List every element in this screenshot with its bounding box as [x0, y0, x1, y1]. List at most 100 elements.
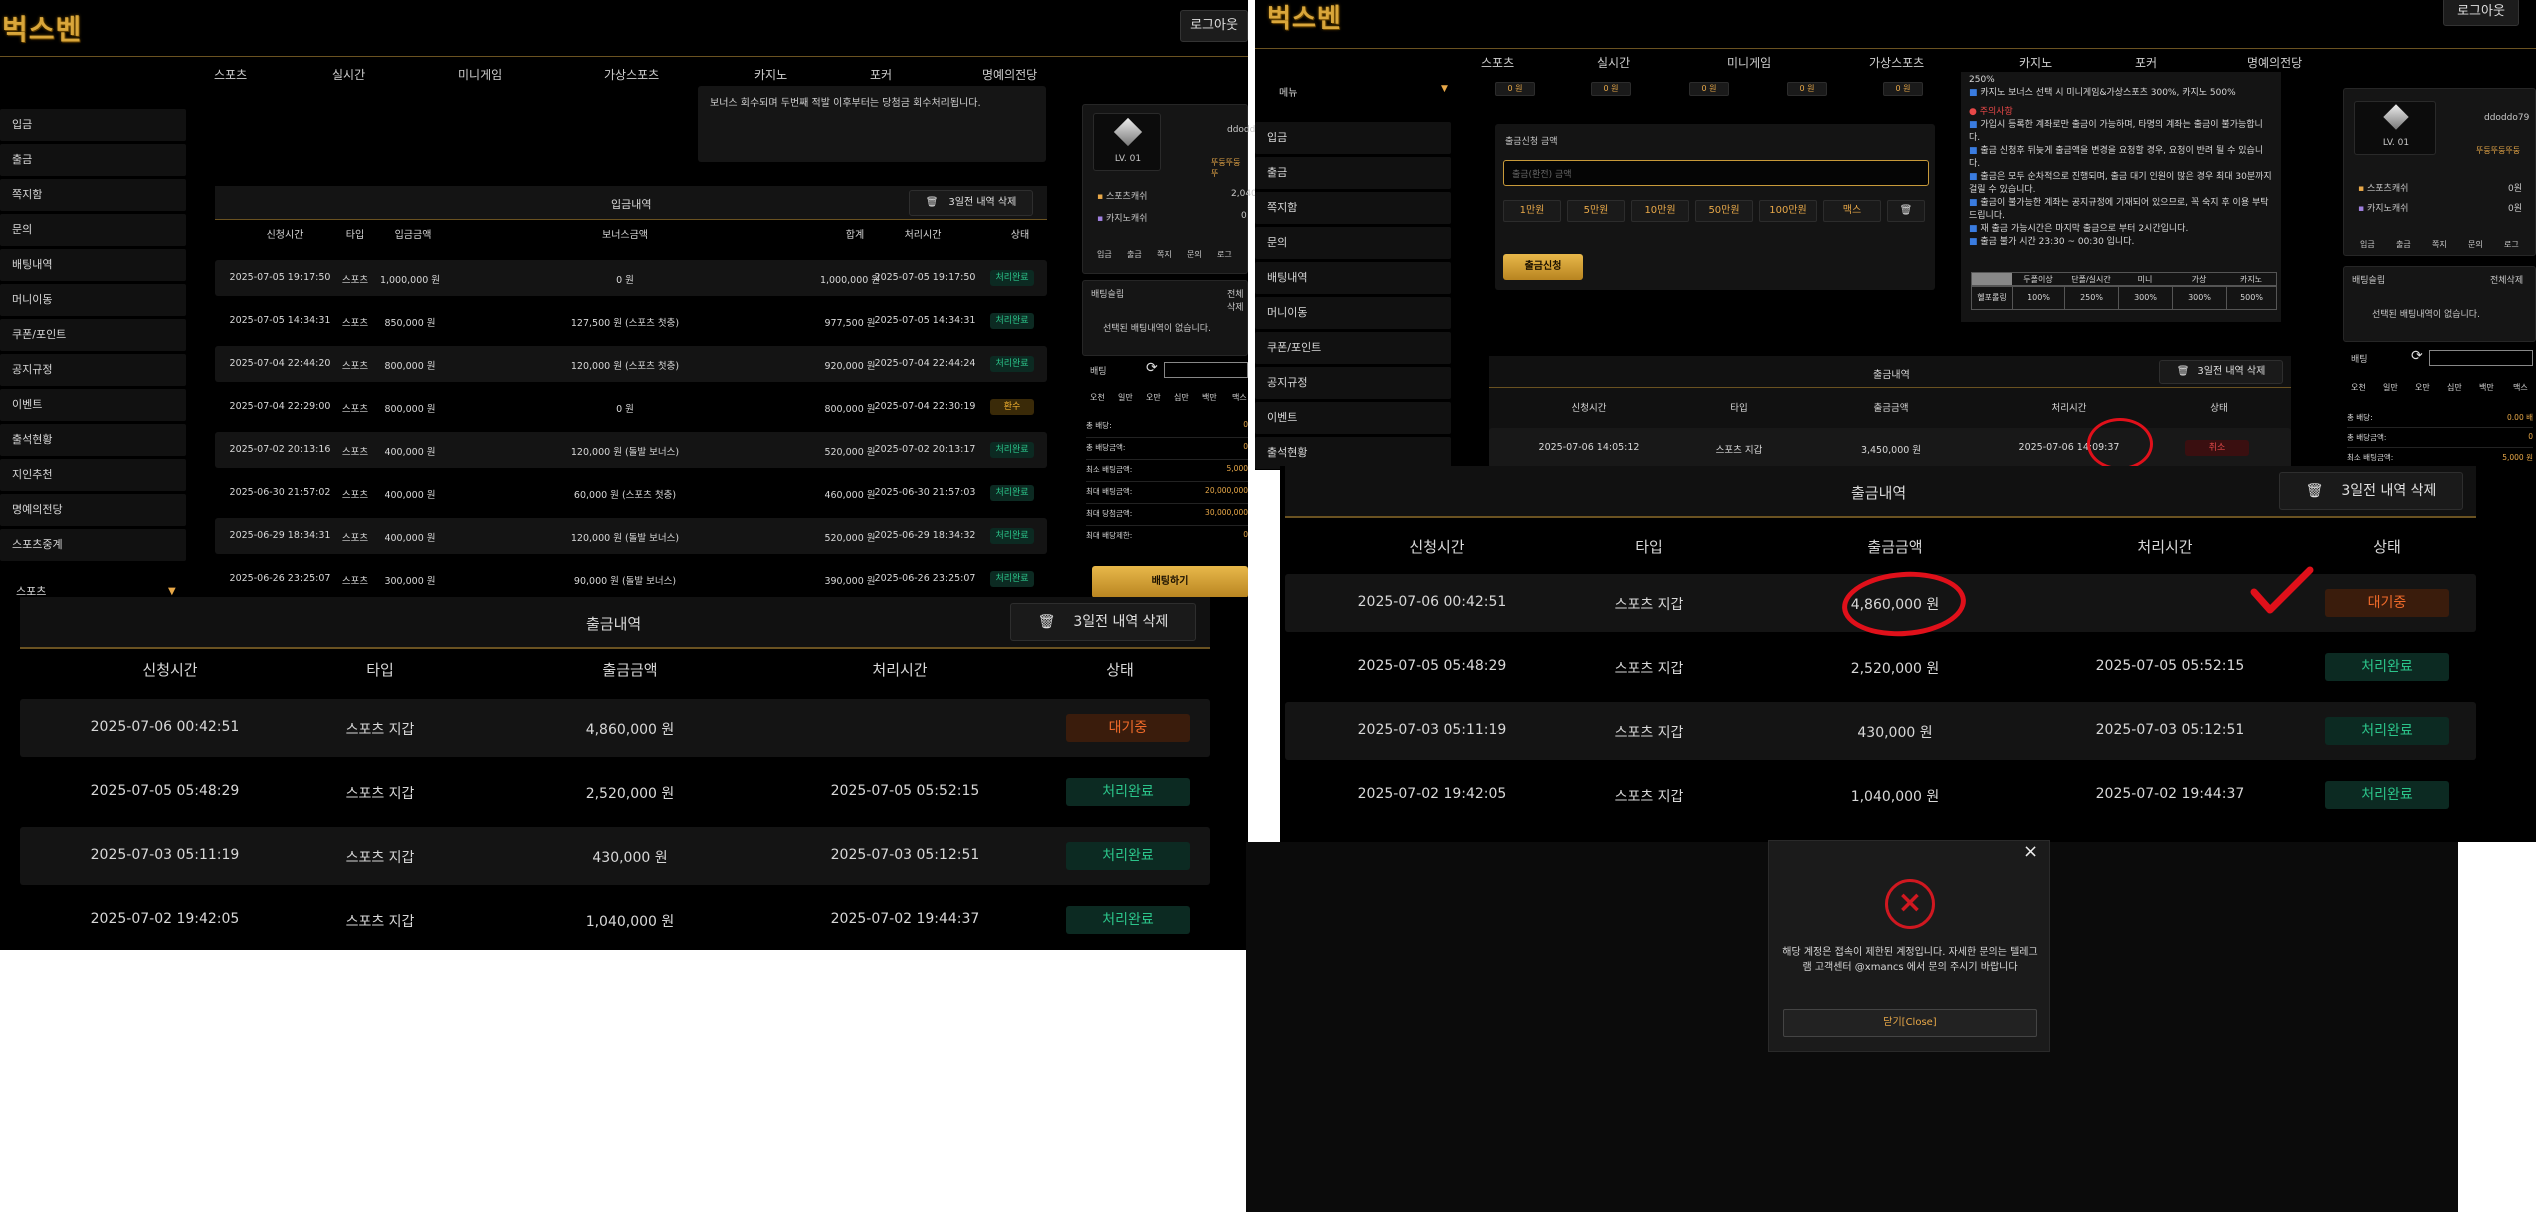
quick-deposit[interactable]: 입금	[1097, 249, 1112, 260]
site-logo[interactable]: 벅스벤	[2, 8, 82, 48]
modal-close-button[interactable]: 닫기[Close]	[1783, 1009, 2037, 1037]
rules-line-text: 출금은 모두 순차적으로 진행되며, 출금 대기 인원이 많은 경우 최대 30…	[1969, 172, 2272, 195]
chip-1000000[interactable]: 백만	[1202, 392, 1217, 403]
nav-poker[interactable]: 포커	[2135, 54, 2157, 71]
amount-1m[interactable]: 100만원	[1759, 200, 1817, 222]
nav-live[interactable]: 실시간	[332, 66, 365, 83]
quick-log[interactable]: 로그	[1217, 249, 1232, 260]
delete-old-button[interactable]: 🗑 3일전 내역 삭제	[2159, 360, 2283, 384]
sidebar-item-messages[interactable]: 쪽지함	[1255, 192, 1451, 224]
betslip-clear[interactable]: 전체삭제	[2490, 273, 2523, 286]
table-row: 2025-06-29 18:34:31 스포츠 400,000 원 120,00…	[215, 518, 1047, 554]
chip-5000[interactable]: 오천	[1090, 392, 1105, 403]
cell-amount: 400,000 원	[384, 533, 436, 544]
status-badge: 처리완료	[2325, 781, 2449, 809]
refresh-icon[interactable]: ⟳	[2411, 348, 2423, 364]
cell-type: 스포츠 지갑	[1614, 725, 1684, 741]
sidebar-item-hall[interactable]: 명예의전당	[0, 494, 186, 526]
chip-100000[interactable]: 십만	[1174, 392, 1189, 403]
delete-old-button[interactable]: 🗑 3일전 내역 삭제	[1010, 603, 1196, 641]
sidebar-item-messages[interactable]: 쪽지함	[0, 179, 186, 211]
summary-value: 20,000,000	[1205, 486, 1248, 495]
nav-casino[interactable]: 카지노	[2019, 54, 2052, 71]
cell-processed: 2025-07-02 19:44:37	[830, 911, 980, 927]
sidebar-item-rules[interactable]: 공지규정	[1255, 367, 1451, 399]
sidebar-item-inquiry[interactable]: 문의	[1255, 227, 1451, 259]
sidebar-item-event[interactable]: 이벤트	[0, 389, 186, 421]
quick-inquiry[interactable]: 문의	[1187, 249, 1202, 260]
sidebar-item-money-move[interactable]: 머니이동	[0, 284, 186, 316]
sidebar-item-bet-history[interactable]: 배팅내역	[0, 249, 186, 281]
right-screen: 벅스벤 로그아웃 스포츠 실시간 미니게임 가상스포츠 카지노 포커 명예의전당…	[1255, 0, 2536, 470]
nav-sports[interactable]: 스포츠	[1481, 54, 1514, 71]
quick-deposit[interactable]: 입금	[2360, 239, 2375, 250]
sidebar-item-event[interactable]: 이벤트	[1255, 402, 1451, 434]
col-type: 타입	[366, 661, 394, 679]
bet-amount-input[interactable]	[1164, 362, 1248, 378]
chip-50000[interactable]: 오만	[2415, 382, 2430, 393]
bet-amount-input[interactable]	[2429, 350, 2533, 366]
chip-5000[interactable]: 오천	[2351, 382, 2366, 393]
logout-button[interactable]: 로그아웃	[2443, 0, 2519, 26]
sidebar-item-money-move[interactable]: 머니이동	[1255, 297, 1451, 329]
chip-10000[interactable]: 일만	[2383, 382, 2398, 393]
amount-100k[interactable]: 10만원	[1631, 200, 1689, 222]
sidebar-item-coupon[interactable]: 쿠폰/포인트	[0, 319, 186, 351]
nav-minigame[interactable]: 미니게임	[458, 66, 502, 83]
sidebar-item-withdraw[interactable]: 출금	[0, 144, 186, 176]
nav-hall[interactable]: 명예의전당	[982, 66, 1037, 83]
amount-50k[interactable]: 5만원	[1567, 200, 1625, 222]
nav-hall[interactable]: 명예의전당	[2247, 54, 2302, 71]
nav-virtual[interactable]: 가상스포츠	[604, 66, 659, 83]
nav-virtual[interactable]: 가상스포츠	[1869, 54, 1924, 71]
sidebar-item-withdraw[interactable]: 출금	[1255, 157, 1451, 189]
quick-inquiry[interactable]: 문의	[2468, 239, 2483, 250]
rules-line-text: 가입시 등록한 계좌로만 출금이 가능하며, 타명의 계좌는 출금이 불가능합니…	[1969, 120, 2263, 143]
cell-amount: 2,520,000 원	[585, 786, 675, 802]
sidebar-item-deposit[interactable]: 입금	[0, 109, 186, 141]
sidebar-item-bet-history[interactable]: 배팅내역	[1255, 262, 1451, 294]
quick-log[interactable]: 로그	[2504, 239, 2519, 250]
modal-close-icon[interactable]: ×	[2023, 841, 2038, 862]
cell-type: 스포츠 지갑	[345, 786, 415, 802]
quick-withdraw[interactable]: 출금	[2396, 239, 2411, 250]
chip-1000000[interactable]: 백만	[2479, 382, 2494, 393]
site-logo[interactable]: 벅스벤	[1267, 0, 1342, 35]
nav-sports[interactable]: 스포츠	[214, 66, 247, 83]
sidebar-item-attendance[interactable]: 출석현황	[0, 424, 186, 456]
sidebar-item-rules[interactable]: 공지규정	[0, 354, 186, 386]
logout-button[interactable]: 로그아웃	[1180, 10, 1248, 42]
amount-10k[interactable]: 1만원	[1503, 200, 1561, 222]
sidebar-item-referral[interactable]: 지인추천	[0, 459, 186, 491]
chip-10000[interactable]: 일만	[1118, 392, 1133, 403]
betslip-clear[interactable]: 전체삭제	[1227, 287, 1247, 313]
quick-withdraw[interactable]: 출금	[1127, 249, 1142, 260]
quick-message[interactable]: 쪽지	[1157, 249, 1172, 260]
chip-max[interactable]: 맥스	[1232, 392, 1247, 403]
nav-poker[interactable]: 포커	[870, 66, 892, 83]
chip-100000[interactable]: 십만	[2447, 382, 2462, 393]
sidebar-item-attendance[interactable]: 출석현황	[1255, 437, 1451, 469]
delete-old-button[interactable]: 🗑 3일전 내역 삭제	[2279, 472, 2463, 510]
nav-live[interactable]: 실시간	[1597, 54, 1630, 71]
sidebar-item-stream[interactable]: 스포츠중계	[0, 529, 186, 561]
amount-500k[interactable]: 50만원	[1695, 200, 1753, 222]
sidebar-item-deposit[interactable]: 입금	[1255, 122, 1451, 154]
withdraw-amount-input[interactable]: 출금(환전) 금액	[1503, 160, 1929, 186]
menu-toggle[interactable]: 메뉴 ▼	[1255, 84, 1455, 104]
delete-old-button[interactable]: 🗑 3일전 내역 삭제	[909, 190, 1033, 216]
place-bet-button[interactable]: 배팅하기	[1092, 566, 1248, 598]
nav-casino[interactable]: 카지노	[754, 66, 787, 83]
sidebar-item-coupon[interactable]: 쿠폰/포인트	[1255, 332, 1451, 364]
trash-icon[interactable]: 🗑	[1887, 200, 1925, 222]
balance-chip: 0 원	[1689, 82, 1729, 96]
chip-max[interactable]: 맥스	[2513, 382, 2528, 393]
chip-50000[interactable]: 오만	[1146, 392, 1161, 403]
sidebar-item-inquiry[interactable]: 문의	[0, 214, 186, 246]
quick-message[interactable]: 쪽지	[2432, 239, 2447, 250]
nav-minigame[interactable]: 미니게임	[1727, 54, 1771, 71]
refresh-icon[interactable]: ⟳	[1146, 360, 1158, 376]
withdraw-submit-button[interactable]: 출금신청	[1503, 254, 1583, 280]
amount-max[interactable]: 맥스	[1823, 200, 1881, 222]
quick-actions: 입금 출금 쪽지 문의 로그	[1091, 235, 1251, 265]
